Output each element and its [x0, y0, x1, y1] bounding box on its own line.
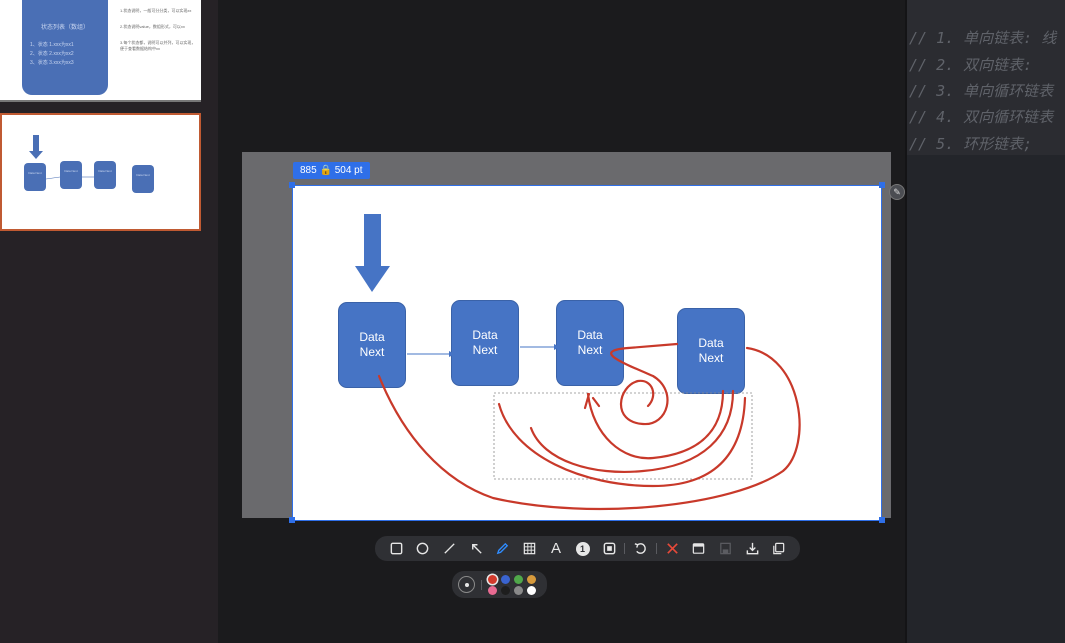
frame-icon[interactable] — [596, 536, 623, 561]
undo-icon[interactable] — [627, 536, 654, 561]
cancel-icon[interactable] — [659, 536, 686, 561]
slide-1-line: 3、状态 3.xxx为xx3 — [30, 60, 74, 66]
slide-1-note: 1.状态说明，一般可分分类，可以实现xx — [120, 8, 192, 13]
number-marker-icon[interactable]: 1 — [569, 536, 596, 561]
slide-1-note: 3.每个状态都，说明可以并列，可以实现，便于查看数据结构中xx — [120, 40, 196, 51]
slide-1-title: 状态列表（数组） — [40, 25, 89, 31]
arrow-icon[interactable] — [463, 536, 490, 561]
slide-1-note: 2.状态说明value，数组形式，可以xx — [120, 24, 185, 29]
color-swatch[interactable] — [527, 586, 536, 595]
annotation-layer — [377, 342, 801, 511]
resize-handle-top-left[interactable] — [289, 182, 295, 188]
color-swatch[interactable] — [501, 586, 510, 595]
slide-thumbnail-2[interactable]: Data Next Data Next Data Next Data Next — [0, 113, 201, 231]
line-icon[interactable] — [436, 536, 463, 561]
code-editor-highlight — [907, 0, 1065, 155]
stroke-size-dot — [464, 582, 469, 587]
code-line: // 3. 单向循环链表 — [909, 82, 1054, 100]
mosaic-icon[interactable] — [516, 536, 543, 561]
mini-connectors — [45, 176, 94, 180]
slide-1-notes: 1.状态说明，一般可分分类，可以实现xx 2.状态说明value，数组形式，可以… — [120, 8, 196, 62]
slide-1-line: 2、状态 2.xxx为xx2 — [30, 51, 74, 57]
code-line: // 2. 双向链表: — [909, 56, 1033, 74]
color-swatch[interactable] — [488, 586, 497, 595]
slide-thumbnail-1[interactable]: 状态列表（数组） 1、状态 1.xxx为xx1 2、状态 2.xxx为xx2 3… — [0, 0, 201, 102]
ellipse-icon[interactable] — [410, 536, 437, 561]
toolbar-separator — [656, 543, 658, 554]
color-swatch[interactable] — [527, 575, 536, 584]
desktop: 状态列表（数组） 1、状态 1.xxx为xx1 2、状态 2.xxx为xx2 3… — [0, 0, 1065, 643]
download-icon[interactable] — [739, 536, 766, 561]
code-line: // 4. 双向循环链表 — [909, 108, 1054, 126]
resize-handle-bottom-left[interactable] — [289, 517, 295, 523]
resize-handle-bottom-right[interactable] — [879, 517, 885, 523]
copy-icon[interactable] — [766, 536, 793, 561]
resize-handle-top-right[interactable] — [879, 182, 885, 188]
panel-separator — [481, 580, 482, 590]
slide-thumbnail-panel: 状态列表（数组） 1、状态 1.xxx为xx1 2、状态 2.xxx为xx2 3… — [0, 0, 218, 643]
capture-selection[interactable]: Data Next Data Next Data Next Data Next — [292, 185, 882, 521]
pen-icon[interactable] — [489, 536, 516, 561]
selection-size-badge: 885 🔒 504 pt — [293, 162, 370, 179]
code-line: // 5. 环形链表; — [909, 135, 1033, 153]
screenshot-toolbar: A 1 — [375, 536, 800, 561]
window-icon[interactable] — [686, 536, 713, 561]
color-swatch[interactable] — [514, 586, 523, 595]
number-marker-label: 1 — [575, 541, 590, 556]
toolbar-separator — [624, 543, 626, 554]
text-icon[interactable]: A — [543, 536, 570, 561]
save-disabled-icon — [712, 536, 739, 561]
rectangle-icon[interactable] — [383, 536, 410, 561]
slide-1-line: 1、状态 1.xxx为xx1 — [30, 42, 74, 48]
stroke-size-button[interactable] — [458, 576, 475, 593]
color-swatch[interactable] — [514, 575, 523, 584]
pen-style-panel — [452, 571, 547, 598]
slide-1-card: 状态列表（数组） 1、状态 1.xxx为xx1 2、状态 2.xxx为xx2 3… — [22, 0, 108, 95]
color-swatch[interactable] — [501, 575, 510, 584]
pin-icon[interactable]: ✎ — [889, 184, 905, 200]
code-line: // 1. 单向链表: 线 — [909, 29, 1057, 47]
code-editor[interactable]: // 1. 单向链表: 线 // 2. 双向链表: // 3. 单向循环链表 /… — [905, 0, 1065, 643]
color-swatch[interactable] — [488, 575, 497, 584]
